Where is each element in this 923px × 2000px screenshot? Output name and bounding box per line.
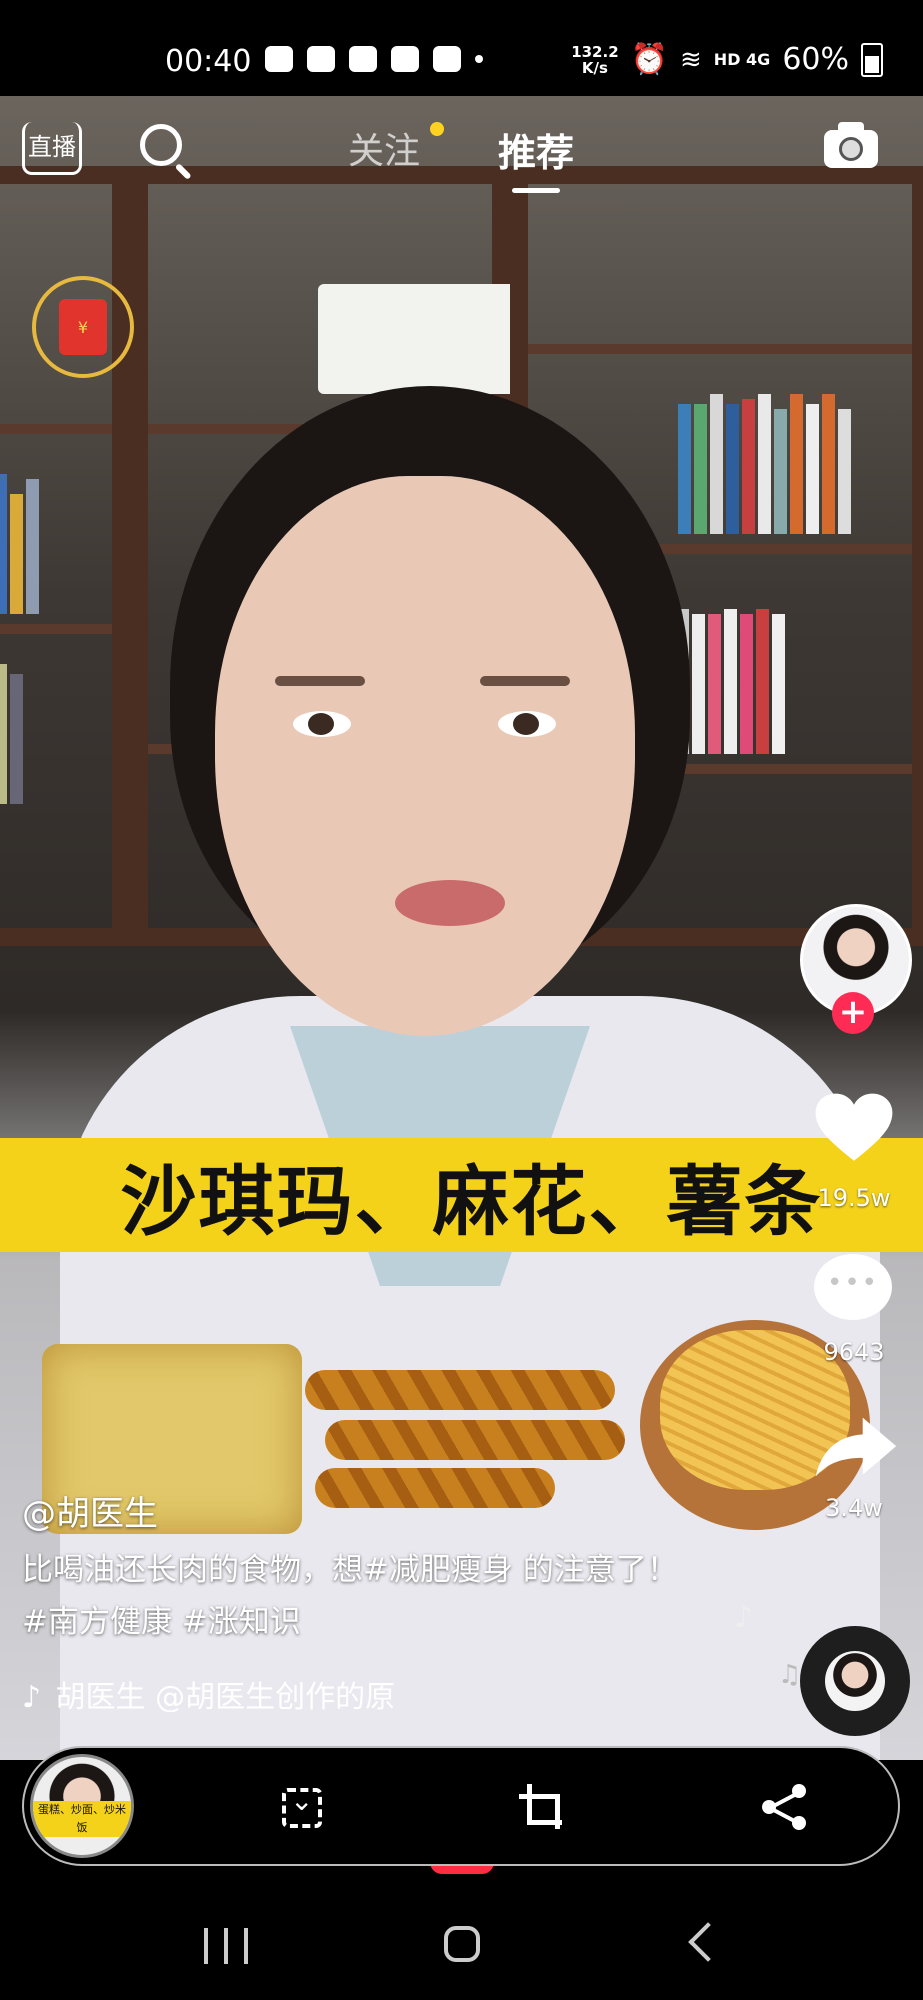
app-notification-icon [391,46,419,72]
ceiling-light [318,284,528,394]
notification-icons [265,46,483,72]
music-note-icon: ♪ [22,1680,42,1712]
floating-toolbar: 蛋糕、炒面、炒米饭 [22,1746,900,1866]
network-speed-value: 132.2 [571,42,619,61]
follow-button[interactable]: + [832,992,874,1034]
share-icon[interactable] [762,1784,808,1830]
tab-recommend[interactable]: 推荐 [498,122,574,177]
thumbnail-caption: 蛋糕、炒面、炒米饭 [33,1801,131,1837]
follow-update-dot [430,122,444,136]
mahua-image [305,1350,635,1510]
banner-text: 沙琪玛、麻花、薯条 [120,1157,823,1246]
redpacket-button[interactable]: ¥ [32,276,134,378]
active-tab-indicator [512,188,560,193]
redpacket-icon: ¥ [59,299,107,355]
alarm-icon: ⏰ [630,42,668,77]
live-icon[interactable]: 直播 [22,122,82,175]
video-title-banner: 沙琪玛、麻花、薯条 [0,1138,923,1252]
music-disc[interactable] [800,1626,910,1736]
music-note-icon: ♫ [778,1660,802,1690]
comment-count: 9643 [823,1338,885,1366]
app-notification-icon [349,46,377,72]
scroll-capture-icon[interactable] [282,1784,322,1828]
home-button[interactable] [444,1926,480,1962]
network-speed: 132.2 K/s [571,44,618,76]
heart-icon[interactable] [814,1090,894,1166]
app-notification-icon [433,46,461,72]
share-icon[interactable] [814,1416,898,1478]
app-notification-icon [307,46,335,72]
wifi-icon: ≋ [680,44,702,75]
battery-icon [861,42,883,77]
camera-icon[interactable] [824,122,878,168]
more-notifications-dot [475,55,483,63]
network-type: HD 4G [713,50,771,69]
music-title: 胡医生 @胡医生创作的原 [55,1680,396,1712]
author-name[interactable]: @胡医生 [22,1486,158,1535]
search-icon[interactable] [140,124,182,166]
message-icon [265,46,293,72]
crop-edit-icon[interactable] [519,1782,569,1832]
network-speed-unit: K/s [581,58,608,77]
music-note-icon: ♪ [734,1600,754,1635]
music-info[interactable]: ♪ 胡医生 @胡医生创作的原 [22,1672,442,1712]
video-caption[interactable]: 比喝油还长肉的食物，想#减肥瘦身 的注意了！#南方健康 #涨知识 [22,1544,702,1648]
screenshot-thumbnail[interactable]: 蛋糕、炒面、炒米饭 [30,1754,134,1858]
person-face [215,476,635,1036]
share-count: 3.4w [825,1494,883,1522]
tab-follow[interactable]: 关注 [348,122,420,174]
battery-level: 60% [782,42,849,77]
recent-apps-button[interactable] [204,1928,248,1964]
status-bar: 00:40 132.2 K/s ⏰ ≋ HD 4G 60% [0,0,923,96]
like-count: 19.5w [817,1184,891,1212]
status-time: 00:40 [165,44,252,79]
status-right: 132.2 K/s ⏰ ≋ HD 4G 60% [571,42,883,77]
person-mouth [395,880,505,926]
comment-icon[interactable] [814,1254,892,1320]
